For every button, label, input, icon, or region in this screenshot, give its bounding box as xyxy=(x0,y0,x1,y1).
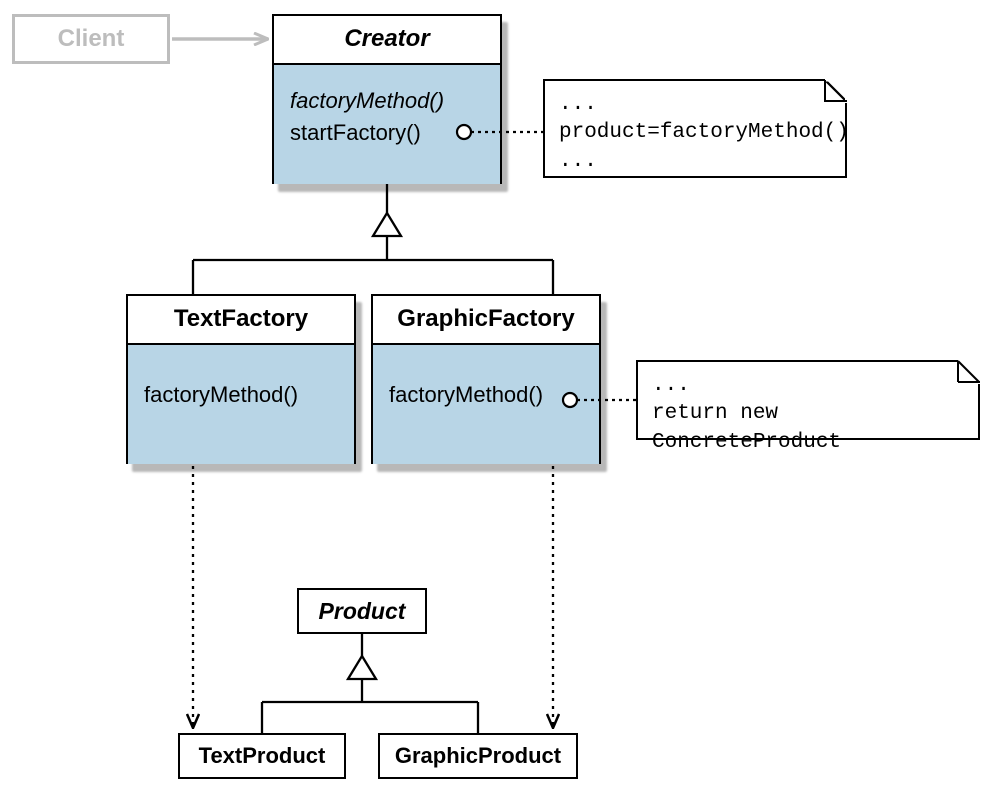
product-title: Product xyxy=(319,598,406,625)
textproduct-title: TextProduct xyxy=(199,743,326,769)
creator-note: ... product=factoryMethod() ... xyxy=(543,79,847,178)
client-label: Client xyxy=(58,25,125,53)
graphicfactory-note-l1: ... xyxy=(652,372,964,400)
textfactory-method: factoryMethod() xyxy=(144,379,338,411)
creator-class-box: Creator factoryMethod() startFactory() xyxy=(272,14,502,184)
creator-concrete-method: startFactory() xyxy=(290,117,484,149)
creator-note-l2: product=factoryMethod() xyxy=(559,119,831,147)
creator-note-l1: ... xyxy=(559,91,831,119)
creator-note-l3: ... xyxy=(559,148,831,176)
textproduct-class-box: TextProduct xyxy=(178,733,346,779)
graphicfactory-note-l2: return new ConcreteProduct xyxy=(652,400,964,457)
creator-generalization-triangle xyxy=(373,213,401,236)
graphicproduct-title: GraphicProduct xyxy=(395,743,561,769)
textfactory-class-box: TextFactory factoryMethod() xyxy=(126,294,356,464)
product-generalization-triangle xyxy=(348,656,376,679)
textfactory-title: TextFactory xyxy=(128,296,354,345)
creator-abstract-method: factoryMethod() xyxy=(290,85,484,117)
product-class-box: Product xyxy=(297,588,427,634)
graphicproduct-class-box: GraphicProduct xyxy=(378,733,578,779)
creator-title: Creator xyxy=(274,16,500,65)
diagram-stage: Client Creator factoryMethod() startFact… xyxy=(0,0,1000,799)
graphicfactory-note: ... return new ConcreteProduct xyxy=(636,360,980,440)
graphicfactory-title: GraphicFactory xyxy=(373,296,599,345)
graphicfactory-class-box: GraphicFactory factoryMethod() xyxy=(371,294,601,464)
graphicfactory-method: factoryMethod() xyxy=(389,379,583,411)
client-class-box: Client xyxy=(12,14,170,64)
